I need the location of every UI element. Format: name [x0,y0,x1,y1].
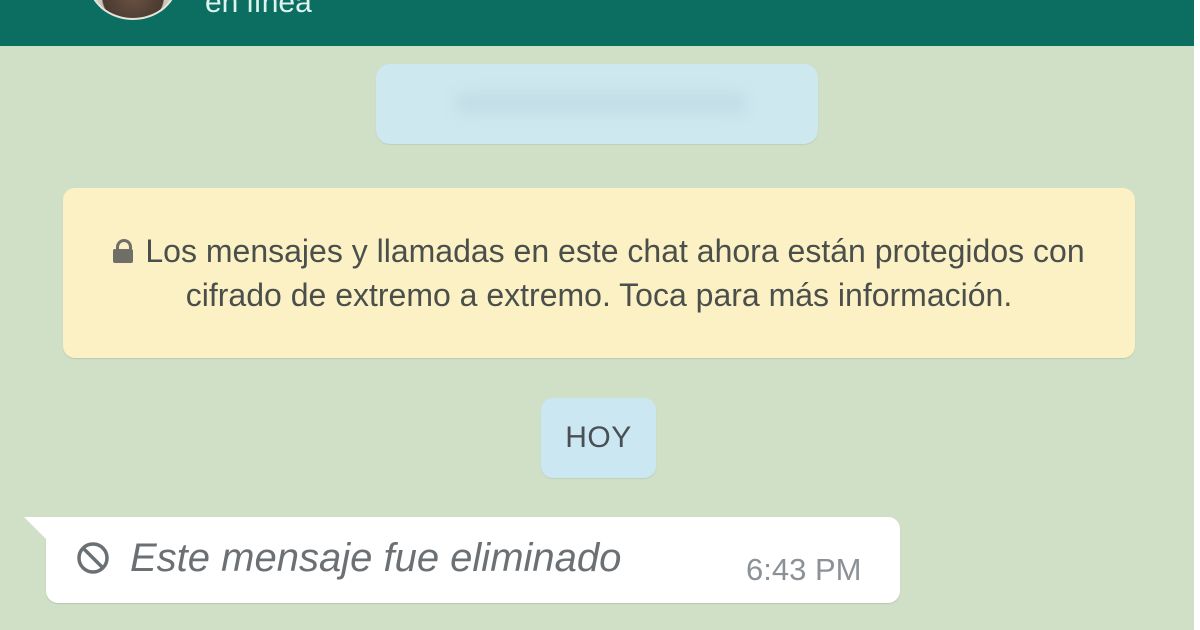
blurred-system-message [376,64,818,144]
chat-header: en línea [0,0,1194,46]
message-time: 6:43 PM [746,552,862,587]
bubble-tail [24,517,46,539]
contact-status: en línea [205,0,312,19]
encryption-notice[interactable]: Los mensajes y llamadas en este chat aho… [63,188,1135,358]
right-edge [1194,0,1200,630]
deleted-message-text: Este mensaje fue eliminado [130,536,622,580]
blocked-icon [77,542,109,574]
blurred-content [456,92,746,114]
lock-icon [113,239,134,263]
message-bubble[interactable]: Este mensaje fue eliminado 6:43 PM [24,517,900,603]
encryption-notice-label: Los mensajes y llamadas en este chat aho… [145,233,1085,313]
date-separator: HOY [541,398,656,478]
chat-area: Los mensajes y llamadas en este chat aho… [0,46,1194,630]
avatar[interactable] [88,0,178,20]
encryption-notice-text: Los mensajes y llamadas en este chat aho… [79,229,1119,317]
